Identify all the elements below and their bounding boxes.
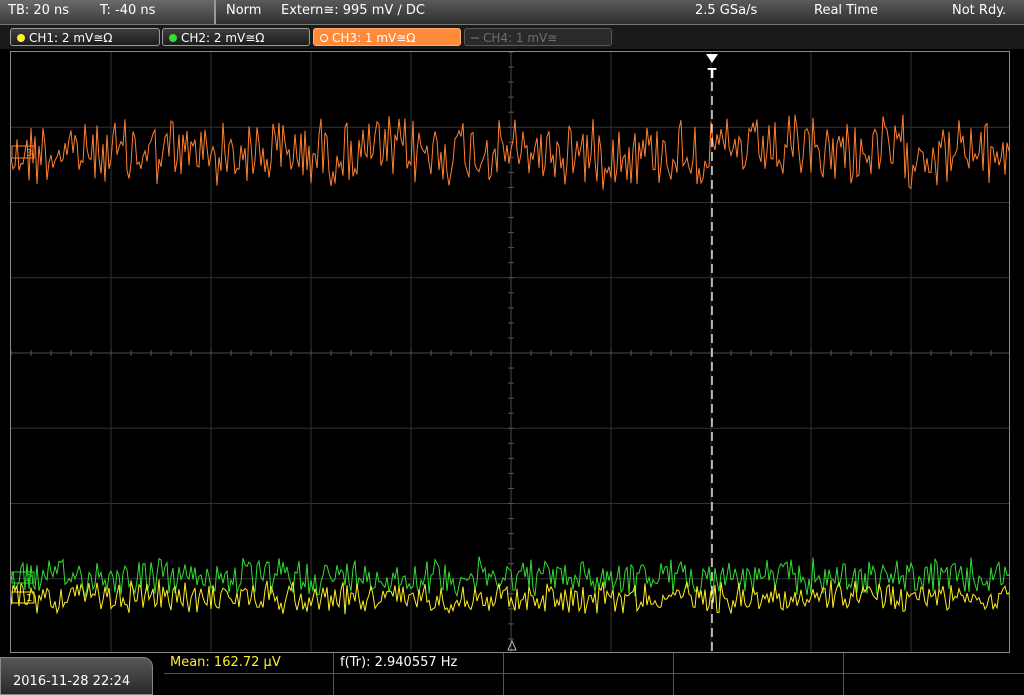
ch3-label: CH3: 1 mV≅Ω [332, 31, 416, 45]
datetime-label: 2016-11-28 22:24 [13, 674, 131, 689]
ch1-offset-marker[interactable]: 1 [11, 591, 35, 604]
trigger-marker-label: T [708, 67, 717, 82]
channel-tab-ch2[interactable]: CH2: 2 mV≅Ω [162, 28, 310, 46]
trigger-marker-icon[interactable] [706, 54, 718, 63]
waveform-canvas: T 3 2 1 [11, 52, 1009, 652]
ch1-label: CH1: 2 mV≅Ω [29, 31, 113, 45]
sample-rate[interactable]: 2.5 GSa/s [695, 3, 757, 18]
ch4-indicator-icon [471, 37, 479, 39]
measurement-mean: Mean: 162.72 µV [170, 655, 281, 670]
datetime-box: 2016-11-28 22:24 [0, 657, 153, 695]
waveform-display[interactable]: T 3 2 1 [10, 51, 1010, 653]
measurement-empty-cell[interactable] [674, 674, 844, 695]
ch3-offset-label: 3 [26, 148, 32, 159]
measurement-ftr-cell[interactable]: f(Tr): 2.940557 Hz [334, 653, 504, 674]
measurement-mean-cell[interactable]: Mean: 162.72 µV [164, 653, 334, 674]
ch2-offset-label: 2 [26, 573, 32, 584]
trigger-status: Not Rdy. [952, 3, 1007, 18]
ch2-label: CH2: 2 mV≅Ω [181, 31, 265, 45]
measurement-empty-cell[interactable] [844, 653, 1024, 674]
trigger-offset-value: T: -40 ns [100, 3, 156, 18]
ch1-indicator-icon [17, 34, 25, 42]
status-bar: TB: 20 ns T: -40 ns Norm Extern≅: 995 mV… [0, 0, 1024, 25]
measurement-panel[interactable]: Mean: 162.72 µV f(Tr): 2.940557 Hz [164, 653, 1024, 695]
ch2-offset-marker[interactable]: 2 [11, 571, 35, 584]
channel-tab-ch4[interactable]: CH4: 1 mV≅ [464, 28, 612, 46]
ch1-offset-label: 1 [26, 593, 32, 604]
measurement-empty-cell[interactable] [844, 674, 1024, 695]
channel-bar: CH1: 2 mV≅Ω CH2: 2 mV≅Ω CH3: 1 mV≅Ω CH4:… [0, 25, 1024, 49]
channel-tab-ch3[interactable]: CH3: 1 mV≅Ω [313, 28, 461, 46]
channel-tab-ch1[interactable]: CH1: 2 mV≅Ω [10, 28, 160, 46]
ch2-indicator-icon [169, 34, 177, 42]
trigger-source[interactable]: Extern≅: 995 mV ∕ DC [281, 3, 425, 18]
measurement-ftr: f(Tr): 2.940557 Hz [340, 655, 458, 670]
trigger-mode[interactable]: Norm [226, 3, 261, 18]
timebase-box[interactable]: TB: 20 ns T: -40 ns [0, 0, 216, 24]
measurement-empty-cell[interactable] [504, 653, 674, 674]
timebase-value: TB: 20 ns [8, 3, 70, 18]
acquisition-mode[interactable]: Real Time [814, 3, 878, 18]
measurement-empty-cell[interactable] [504, 674, 674, 695]
measurement-empty-cell[interactable] [674, 653, 844, 674]
ch3-indicator-icon [320, 34, 328, 42]
horizontal-reference-icon [507, 639, 517, 651]
measurement-empty-cell[interactable] [334, 674, 504, 695]
measurement-empty-cell[interactable] [164, 674, 334, 695]
ch4-label: CH4: 1 mV≅ [483, 31, 558, 45]
